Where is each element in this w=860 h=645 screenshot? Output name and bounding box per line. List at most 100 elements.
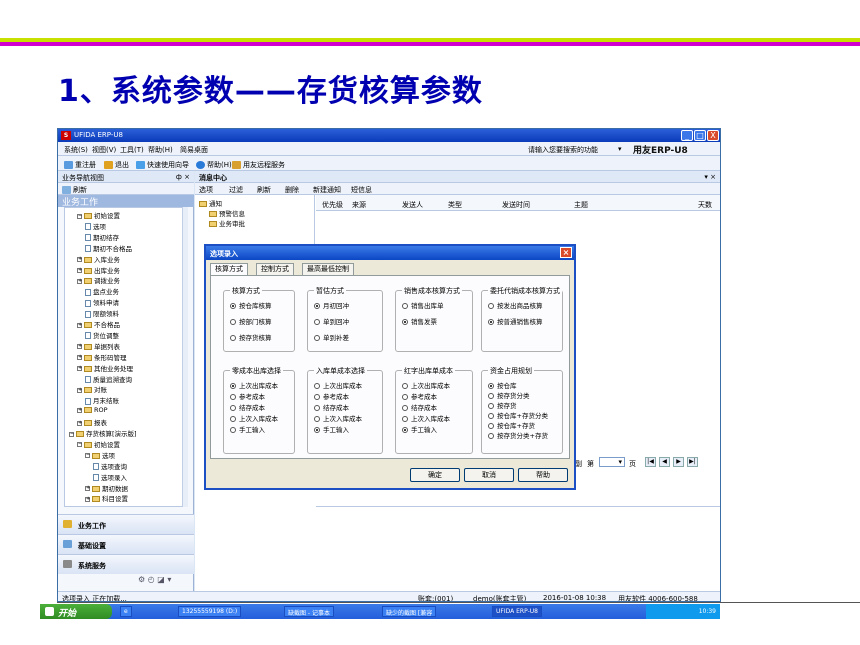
- col-priority[interactable]: 优先级: [322, 200, 343, 210]
- task-notepad[interactable]: 缺截图 - 记事本: [284, 606, 334, 617]
- expand-icon[interactable]: +: [85, 486, 90, 491]
- task-screenshot[interactable]: 缺少的截图 [兼容: [382, 606, 437, 617]
- msg-filter-button[interactable]: 过滤: [229, 185, 243, 195]
- message-center-close[interactable]: ▾ ×: [704, 173, 716, 181]
- collapse-icon[interactable]: −: [77, 213, 82, 219]
- col-type[interactable]: 类型: [448, 200, 462, 210]
- col-send-time[interactable]: 发送时间: [502, 200, 530, 210]
- next-page-icon[interactable]: ▶: [673, 457, 684, 467]
- start-button[interactable]: 开始: [40, 604, 112, 619]
- menu-tools[interactable]: 工具(T): [120, 145, 144, 155]
- task-ie[interactable]: e: [120, 606, 132, 617]
- radio-option[interactable]: 上次出库成本: [230, 380, 278, 390]
- radio-option[interactable]: 销售出库单: [402, 300, 444, 310]
- radio-option[interactable]: 参考成本: [402, 391, 437, 401]
- col-days[interactable]: 天数: [698, 200, 712, 210]
- expand-icon[interactable]: +: [77, 355, 82, 361]
- msg-new-notice-button[interactable]: 新建通知: [313, 185, 341, 195]
- nav-tree-item[interactable]: + 报表: [77, 417, 107, 427]
- nav-button-basic-settings[interactable]: 基础设置: [58, 534, 194, 554]
- radio-option[interactable]: 结存成本: [314, 402, 349, 412]
- nav-tree-item[interactable]: 盘点业务: [85, 286, 119, 296]
- expand-icon[interactable]: +: [77, 366, 82, 372]
- nav-pin-close[interactable]: ф ×: [176, 173, 190, 181]
- last-page-icon[interactable]: ▶|: [687, 457, 698, 467]
- nav-tree-item[interactable]: − 选项: [85, 450, 115, 460]
- msg-refresh-button[interactable]: 刷新: [257, 185, 271, 195]
- radio-option[interactable]: 按存货: [488, 400, 517, 410]
- nav-tree-item[interactable]: + 其他业务处理: [77, 363, 133, 373]
- dialog-close-icon[interactable]: ×: [560, 247, 572, 258]
- msg-tree-warning[interactable]: 预警信息: [209, 208, 245, 218]
- expand-icon[interactable]: +: [77, 420, 82, 426]
- collapse-icon[interactable]: −: [77, 442, 82, 448]
- nav-tree-item[interactable]: 质量追溯查询: [85, 374, 132, 384]
- search-dropdown-icon[interactable]: ▾: [618, 145, 622, 153]
- radio-option[interactable]: 按仓库+存货分类: [488, 410, 548, 420]
- task-drive[interactable]: 13255559198 (D:): [178, 606, 242, 617]
- radio-option[interactable]: 按部门核算: [230, 316, 272, 326]
- radio-option[interactable]: 上次出库成本: [314, 380, 362, 390]
- expand-icon[interactable]: +: [77, 257, 82, 263]
- nav-tree-item[interactable]: + 对账: [77, 384, 107, 394]
- help-dialog-button[interactable]: 帮助: [518, 468, 568, 482]
- exit-button[interactable]: 退出: [104, 160, 129, 170]
- nav-tree-item[interactable]: + 期初数据: [85, 483, 128, 493]
- nav-tree-item[interactable]: + 入库业务: [77, 254, 120, 264]
- radio-option[interactable]: 按仓库核算: [230, 300, 272, 310]
- collapse-icon[interactable]: −: [69, 431, 74, 437]
- nav-button-system-service[interactable]: 系统服务: [58, 554, 194, 574]
- prev-page-icon[interactable]: ◀: [659, 457, 670, 467]
- nav-tree-item[interactable]: 货位调整: [85, 330, 119, 340]
- msg-delete-button[interactable]: 删除: [285, 185, 299, 195]
- nav-tree-item[interactable]: 领料申请: [85, 297, 119, 307]
- radio-option[interactable]: 手工输入: [402, 424, 437, 434]
- nav-tree-item[interactable]: + 科目设置: [85, 493, 128, 503]
- radio-option[interactable]: 按仓库+存货: [488, 420, 535, 430]
- radio-option[interactable]: 单到补差: [314, 332, 349, 342]
- menu-system[interactable]: 系统(S): [64, 145, 88, 155]
- search-hint[interactable]: 请输入您要搜索的功能: [528, 145, 598, 155]
- collapse-icon[interactable]: −: [85, 453, 90, 459]
- msg-options-button[interactable]: 选项: [199, 185, 213, 195]
- nav-tree-item[interactable]: − 初始设置: [77, 439, 120, 449]
- nav-tree-item[interactable]: 选项查询: [93, 461, 127, 471]
- msg-sms-button[interactable]: 短信息: [351, 185, 372, 195]
- radio-option[interactable]: 单到回冲: [314, 316, 349, 326]
- radio-option[interactable]: 销售发票: [402, 316, 437, 326]
- close-button[interactable]: X: [707, 130, 719, 141]
- pager-select[interactable]: ▾: [599, 457, 625, 467]
- expand-icon[interactable]: +: [77, 322, 82, 328]
- expand-icon[interactable]: +: [77, 407, 82, 413]
- reregister-button[interactable]: 重注册: [64, 160, 96, 170]
- nav-tree-item[interactable]: 选项录入: [93, 472, 127, 482]
- nav-button-business[interactable]: 业务工作: [58, 514, 194, 534]
- radio-option[interactable]: 按存货分类: [488, 390, 530, 400]
- radio-option[interactable]: 手工输入: [230, 424, 265, 434]
- radio-option[interactable]: 手工输入: [314, 424, 349, 434]
- tab-max-min-control[interactable]: 最高最低控制: [302, 263, 354, 275]
- expand-icon[interactable]: +: [85, 496, 90, 502]
- quick-guide-button[interactable]: 快速使用向导: [136, 160, 189, 170]
- col-source[interactable]: 来源: [352, 200, 366, 210]
- msg-tree-approval[interactable]: 业务审批: [209, 218, 245, 228]
- maximize-button[interactable]: □: [694, 130, 706, 141]
- radio-option[interactable]: 按仓库: [488, 380, 517, 390]
- remote-service-button[interactable]: 用友远程服务: [232, 160, 285, 170]
- nav-tree-item[interactable]: 月末结账: [85, 395, 119, 405]
- nav-tree-item[interactable]: − 初始设置: [77, 210, 120, 220]
- first-page-icon[interactable]: |◀: [645, 457, 656, 467]
- nav-tree-item[interactable]: + 单据列表: [77, 341, 120, 351]
- nav-tree-item[interactable]: 选项: [85, 221, 106, 231]
- radio-option[interactable]: 按存货分类+存货: [488, 430, 548, 440]
- radio-option[interactable]: 结存成本: [230, 402, 265, 412]
- radio-option[interactable]: 按存货核算: [230, 332, 272, 342]
- nav-tree-item[interactable]: 期初不合格品: [85, 243, 132, 253]
- task-ufida[interactable]: UFIDA ERP-U8: [492, 606, 542, 617]
- radio-option[interactable]: 上次出库成本: [402, 380, 450, 390]
- expand-icon[interactable]: +: [77, 387, 82, 393]
- minimize-button[interactable]: _: [681, 130, 693, 141]
- col-subject[interactable]: 主题: [574, 200, 588, 210]
- radio-option[interactable]: 结存成本: [402, 402, 437, 412]
- radio-option[interactable]: 按发出商品核算: [488, 300, 543, 310]
